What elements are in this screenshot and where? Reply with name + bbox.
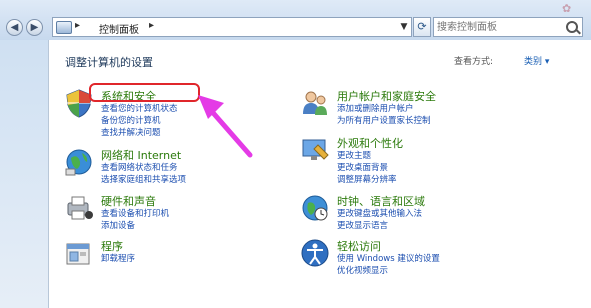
link-optimize-visual-display[interactable]: 优化视频显示 [337,264,388,276]
search-icon[interactable] [566,21,578,33]
link-parental-controls[interactable]: 为所有用户设置家长控制 [337,114,431,126]
link-change-theme[interactable]: 更改主题 [337,149,371,161]
refresh-button[interactable]: ⟳ [413,17,431,37]
link-troubleshoot[interactable]: 查找并解决问题 [101,126,161,138]
link-change-display-language[interactable]: 更改显示语言 [337,219,388,231]
link-uninstall-program[interactable]: 卸载程序 [101,252,135,264]
search-box[interactable] [433,17,583,37]
forward-button[interactable]: ▶ [26,19,43,36]
address-bar[interactable]: ▸ 控制面板 ▸ [52,17,412,37]
chevron-right-icon[interactable]: ▸ [149,20,154,31]
search-input[interactable] [437,20,563,34]
link-add-remove-users[interactable]: 添加或删除用户帐户 [337,102,414,114]
network-globe-icon[interactable] [64,147,94,177]
link-homegroup-sharing[interactable]: 选择家庭组和共享选项 [101,173,186,185]
annotation-arrow-icon [198,95,253,158]
link-change-input-method[interactable]: 更改键盘或其他输入法 [337,207,422,219]
view-by-dropdown[interactable]: 类别 ▾ [524,54,549,67]
appearance-icon[interactable] [300,135,330,165]
chevron-right-icon[interactable]: ▸ [75,20,80,31]
breadcrumb-control-panel[interactable]: 控制面板 [99,21,139,36]
view-by-label: 查看方式: [454,57,494,67]
link-add-device[interactable]: 添加设备 [101,219,135,231]
page-title: 调整计算机的设置 [65,56,153,69]
control-panel-icon [56,21,72,34]
address-dropdown-icon[interactable]: ▼ [396,17,412,37]
link-backup-computer[interactable]: 备份您的计算机 [101,114,161,126]
link-view-computer-status[interactable]: 查看您的计算机状态 [101,102,178,114]
link-screen-resolution[interactable]: 调整屏幕分辨率 [337,173,397,185]
link-recommended-settings[interactable]: 使用 Windows 建议的设置 [337,252,440,264]
programs-icon[interactable] [64,238,94,268]
paw-icon: ✿ [562,2,572,15]
link-network-status[interactable]: 查看网络状态和任务 [101,161,178,173]
link-devices-printers[interactable]: 查看设备和打印机 [101,207,169,219]
link-desktop-background[interactable]: 更改桌面背景 [337,161,388,173]
back-button[interactable]: ◀ [6,19,23,36]
printer-icon[interactable] [64,193,94,223]
clock-globe-icon[interactable] [300,193,330,223]
users-icon[interactable] [300,88,330,118]
left-strip [0,40,48,308]
ease-of-access-icon[interactable] [300,238,330,268]
